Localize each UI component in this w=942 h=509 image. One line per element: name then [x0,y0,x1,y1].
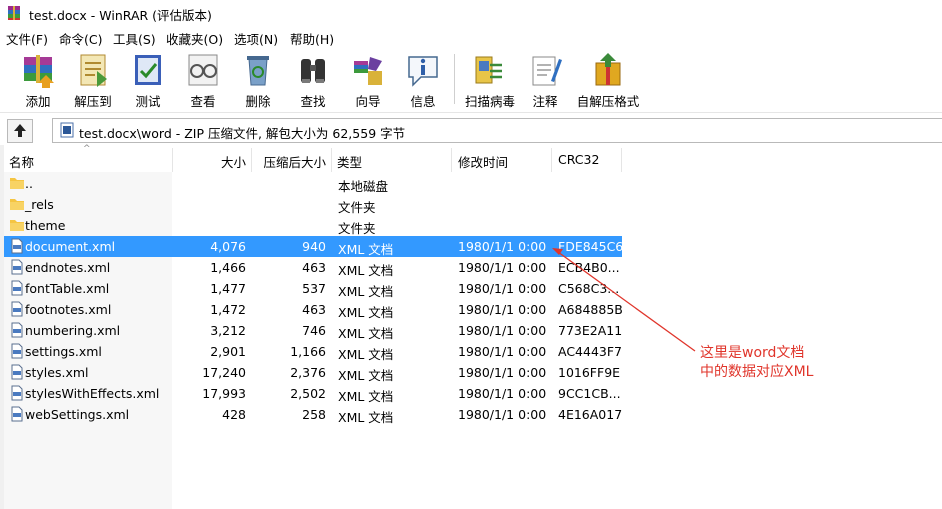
annotation-line-2: 中的数据对应XML [700,364,814,380]
annotation-note: 这里是word文档 中的数据对应XML [700,344,813,382]
annotation-line-1: 这里是word文档 [700,345,805,361]
annotation-arrow [552,248,696,352]
